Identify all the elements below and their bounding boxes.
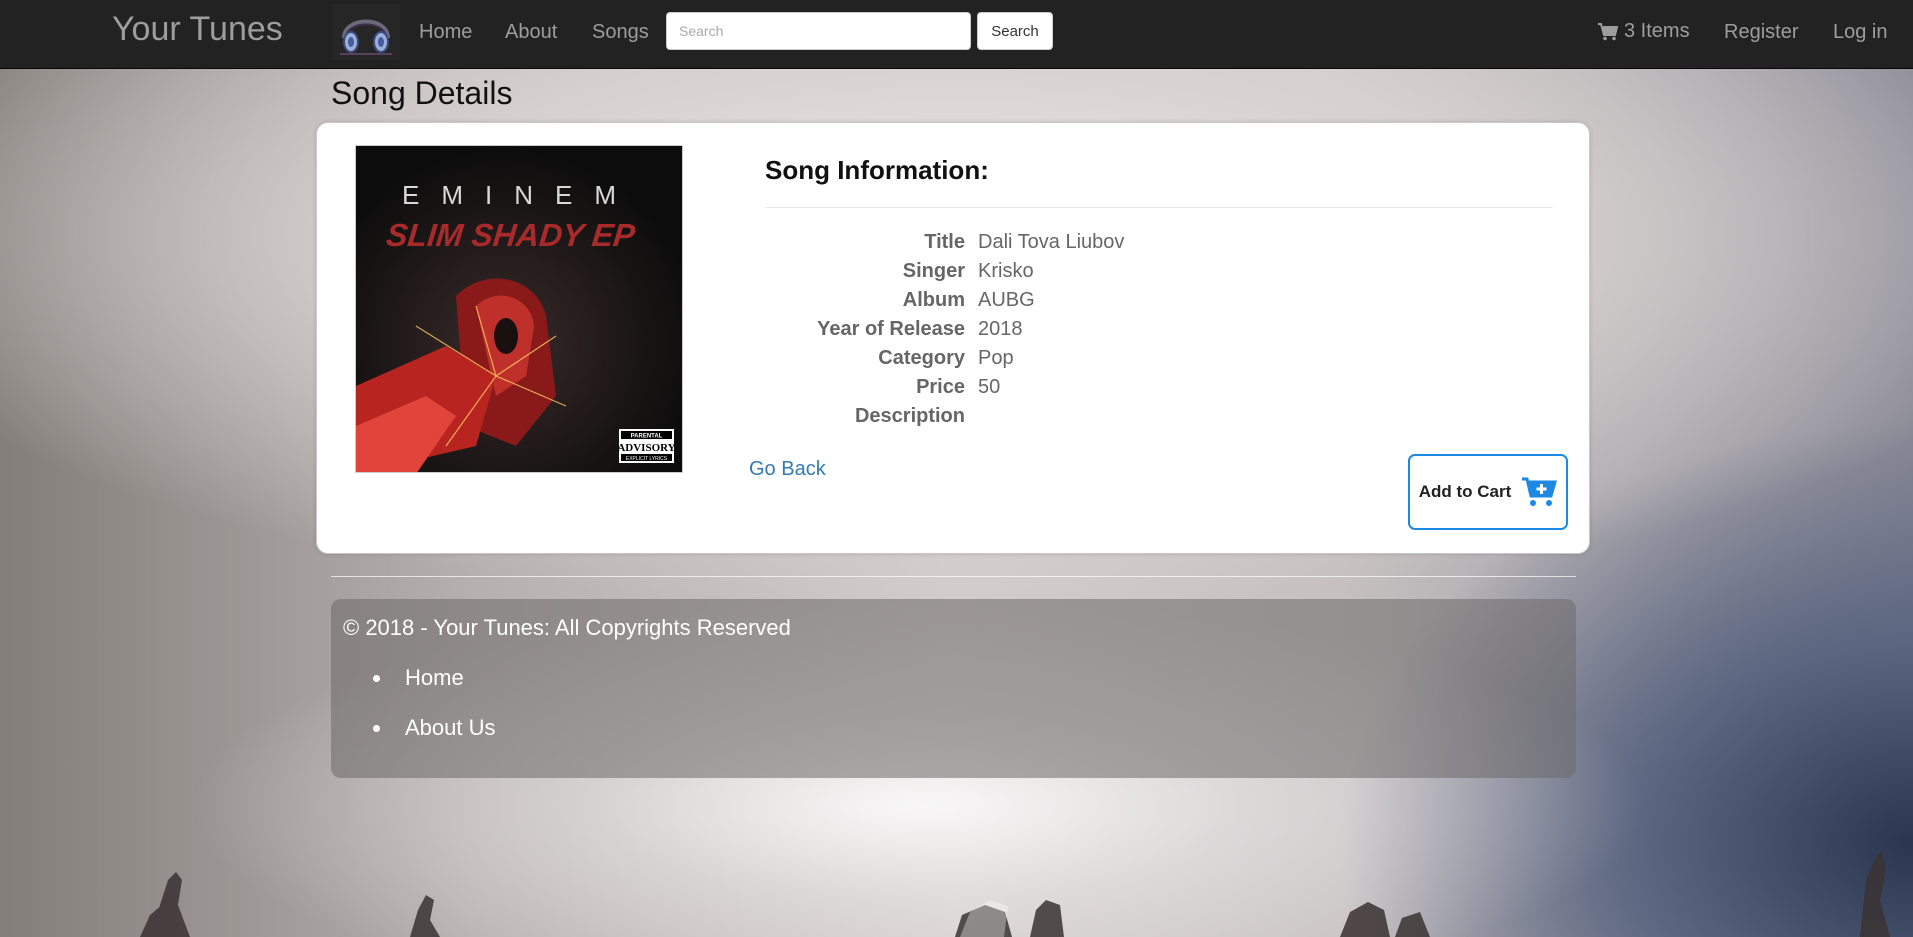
- footer-about-link[interactable]: About Us: [405, 715, 496, 740]
- brand-link[interactable]: Your Tunes: [112, 10, 283, 49]
- field-label: Title: [924, 231, 965, 253]
- cart-count-label: 3 Items: [1624, 20, 1690, 42]
- field-label: Description: [854, 405, 965, 427]
- field-label: Category: [878, 347, 965, 369]
- field-row-price: Price 50: [765, 376, 1465, 405]
- field-label: Album: [902, 289, 965, 311]
- field-row-title: Title Dali Tova Liubov: [765, 231, 1465, 260]
- field-value: 50: [978, 376, 1001, 398]
- search-input[interactable]: [666, 12, 971, 50]
- field-row-category: Category Pop: [765, 347, 1465, 376]
- song-info-heading: Song Information:: [765, 155, 989, 185]
- field-label: Price: [916, 376, 965, 398]
- field-row-year: Year of Release 2018: [765, 318, 1465, 347]
- list-item: About Us: [373, 715, 496, 765]
- footer-home-link[interactable]: Home: [405, 665, 464, 690]
- register-link[interactable]: Register: [1724, 21, 1798, 44]
- song-fields-list: Title Dali Tova Liubov Singer Krisko Alb…: [765, 231, 1465, 434]
- field-row-singer: Singer Krisko: [765, 260, 1465, 289]
- field-value: 2018: [978, 318, 1023, 340]
- headphones-icon[interactable]: [332, 4, 400, 60]
- field-row-album: Album AUBG: [765, 289, 1465, 318]
- field-row-description: Description: [765, 405, 1465, 434]
- footer-links: Home About Us: [373, 665, 496, 765]
- cover-artist-text: EMINEM: [402, 180, 638, 210]
- cart-link[interactable]: 3 Items: [1598, 20, 1690, 43]
- nav-songs-link[interactable]: Songs: [592, 21, 649, 44]
- song-details-card: EMINEM SLIM SHADY EP PARENTAL ADVISORY E…: [316, 122, 1590, 554]
- go-back-link[interactable]: Go Back: [749, 458, 826, 481]
- add-to-cart-button[interactable]: Add to Cart: [1408, 454, 1568, 530]
- add-to-cart-label: Add to Cart: [1418, 482, 1512, 501]
- field-value: AUBG: [978, 289, 1035, 311]
- copyright-text: © 2018 - Your Tunes: All Copyrights Rese…: [343, 615, 791, 640]
- nav-about-link[interactable]: About: [505, 21, 557, 44]
- field-label: Singer: [902, 260, 965, 282]
- list-item: Home: [373, 665, 496, 715]
- field-value: Pop: [978, 347, 1014, 369]
- field-label: Year of Release: [817, 318, 965, 340]
- cart-plus-icon: [1522, 477, 1558, 506]
- search-button[interactable]: Search: [977, 12, 1053, 50]
- cover-album-text: SLIM SHADY EP: [385, 217, 638, 253]
- top-navbar: Your Tunes Home About Songs Search 3 Ite…: [0, 0, 1913, 69]
- album-cover-image: EMINEM SLIM SHADY EP PARENTAL ADVISORY E…: [355, 145, 683, 473]
- advisory-mid-text: ADVISORY: [617, 442, 675, 454]
- login-link[interactable]: Log in: [1833, 21, 1888, 44]
- cart-icon: [1598, 22, 1618, 40]
- page-title: Song Details: [331, 75, 513, 111]
- footer: © 2018 - Your Tunes: All Copyrights Rese…: [331, 599, 1576, 778]
- advisory-bottom-text: EXPLICIT LYRICS: [626, 456, 668, 462]
- field-value: Krisko: [978, 260, 1034, 282]
- divider: [765, 207, 1553, 208]
- nav-home-link[interactable]: Home: [419, 21, 472, 44]
- advisory-top-text: PARENTAL: [631, 434, 663, 440]
- footer-divider: [331, 576, 1576, 577]
- field-value: Dali Tova Liubov: [978, 231, 1125, 253]
